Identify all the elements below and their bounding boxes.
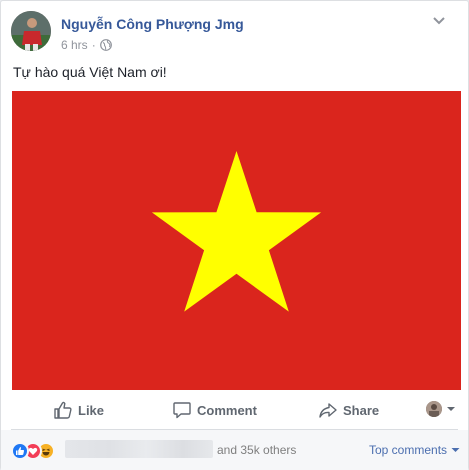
reaction-icons[interactable] [11,442,61,460]
caret-down-icon [451,448,460,452]
author-avatar[interactable] [11,11,51,51]
viewer-photo-icon [426,401,442,417]
globe-icon[interactable] [99,39,112,51]
reactor-names-redacted[interactable] [65,440,213,458]
thumbs-up-icon [54,401,72,419]
post-header: Nguyễn Công Phượng Jmg 6 hrs · [11,11,451,55]
meta-separator: · [91,38,96,52]
author-name[interactable]: Nguyễn Công Phượng Jmg [61,16,244,32]
top-comments-label: Top comments [369,443,448,457]
comment-label: Comment [197,402,257,418]
chevron-down-icon[interactable] [431,15,447,27]
post-actions-bar: Like Comment Share [13,395,458,425]
reactions-summary: and 35k others Top comments [1,430,468,470]
post-card: Nguyễn Công Phượng Jmg 6 hrs · Tự hào qu… [0,0,469,470]
like-button[interactable]: Like [53,395,104,425]
post-text: Tự hào quá Việt Nam ơi! [13,64,167,80]
top-comments-dropdown[interactable]: Top comments [369,443,460,457]
caret-down-icon [447,407,455,411]
reactions-count[interactable]: and 35k others [217,443,296,457]
comment-bubble-icon [173,402,191,419]
post-as-selector[interactable] [426,401,456,417]
post-meta: 6 hrs · [61,38,112,52]
share-arrow-icon [319,403,337,418]
viewer-avatar [426,401,442,417]
like-reaction-icon [11,442,29,460]
post-timestamp[interactable]: 6 hrs [61,38,88,52]
avatar-photo-icon [11,11,51,51]
like-label: Like [78,402,105,418]
vietnam-flag-image[interactable] [12,91,461,390]
share-label: Share [343,402,380,418]
comment-button[interactable]: Comment [172,395,257,425]
share-button[interactable]: Share [318,395,379,425]
